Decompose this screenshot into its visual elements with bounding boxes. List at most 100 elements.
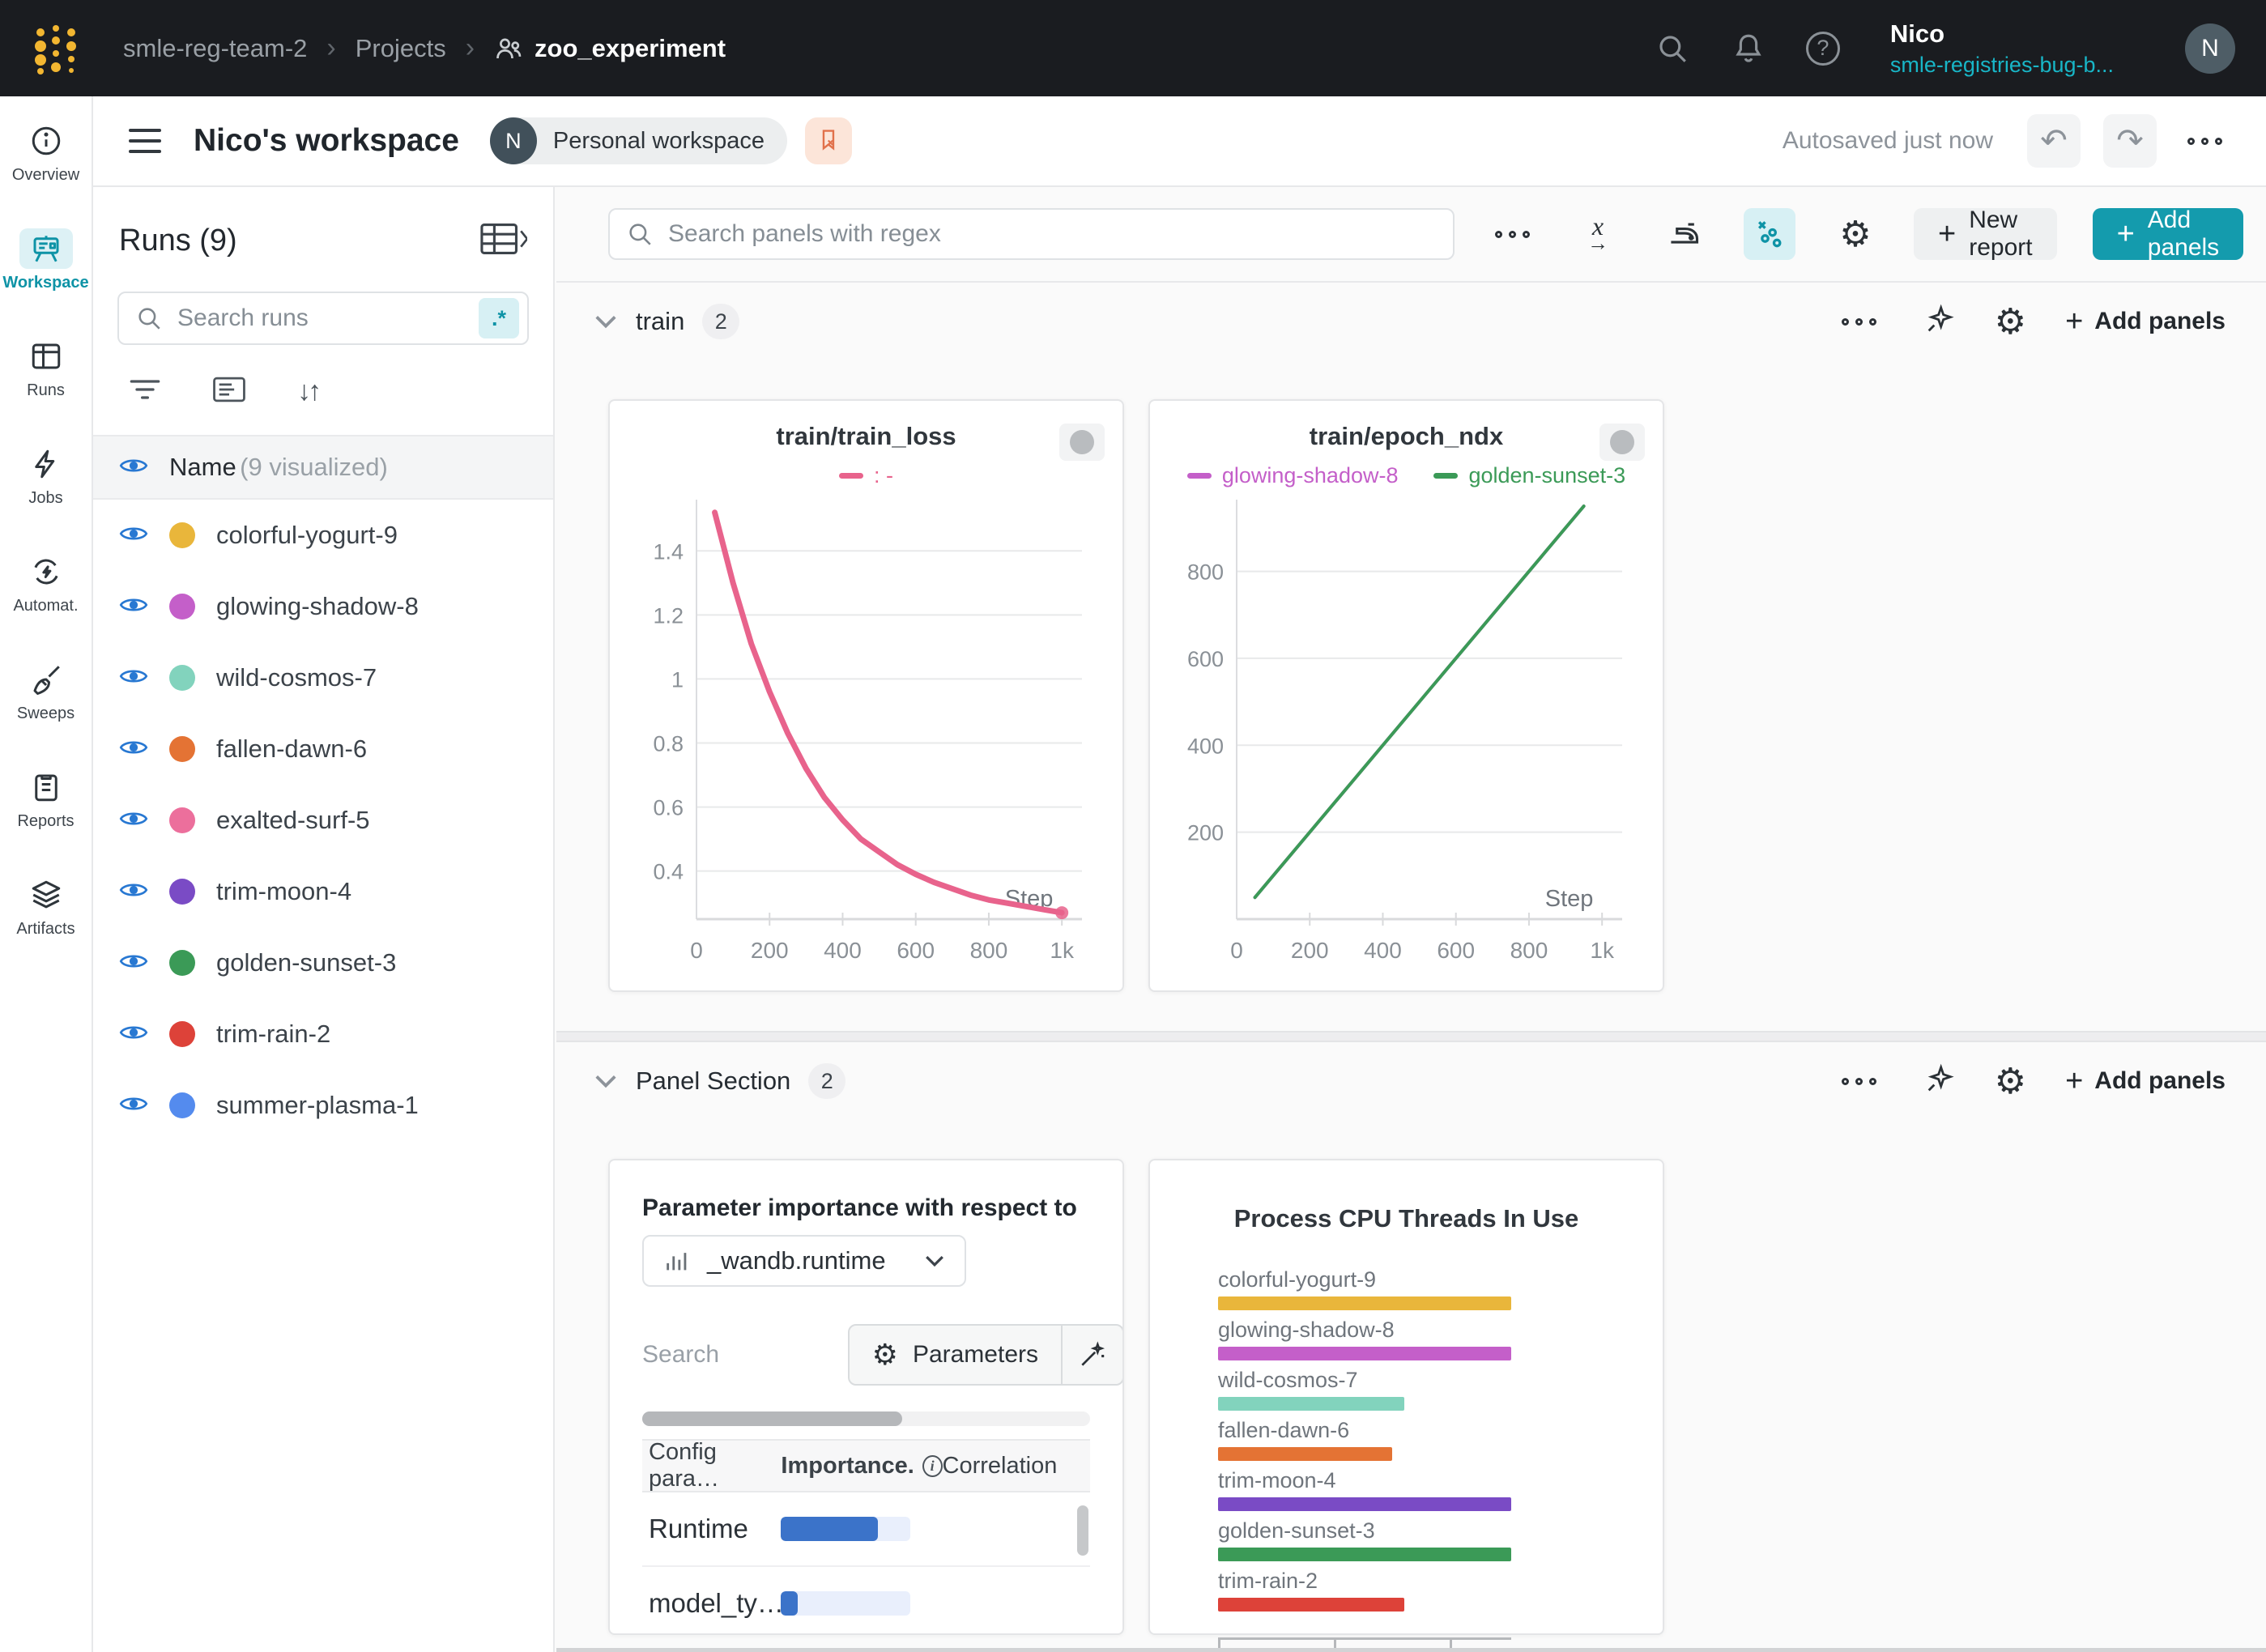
metric-dropdown[interactable]: _wandb.runtime: [642, 1235, 966, 1287]
parameter-search-placeholder[interactable]: Search: [642, 1341, 719, 1369]
hbar-bar[interactable]: [1218, 1397, 1404, 1411]
section-add-panels-button[interactable]: Add panels: [2065, 304, 2226, 339]
run-row[interactable]: colorful-yogurt-9: [93, 500, 553, 571]
sidebar-item-workspace[interactable]: Workspace: [0, 228, 92, 336]
toolbar-overflow-menu-icon[interactable]: [1487, 231, 1538, 238]
breadcrumb-project[interactable]: zoo_experiment: [494, 34, 726, 63]
sidebar-item-jobs[interactable]: Jobs: [0, 444, 92, 551]
workspace-settings-gear-icon[interactable]: [1829, 208, 1881, 260]
filter-icon[interactable]: [129, 376, 161, 407]
visibility-eye-icon[interactable]: [119, 951, 148, 976]
importance-table-row[interactable]: Runtime: [642, 1492, 1090, 1567]
panel-train-loss[interactable]: train/train_loss : - 0.40.60.811.21.4020…: [608, 399, 1124, 992]
run-name[interactable]: fallen-dawn-6: [216, 734, 367, 764]
smoothing-iron-icon[interactable]: [1658, 208, 1710, 260]
run-name[interactable]: glowing-shadow-8: [216, 592, 419, 621]
add-panels-button[interactable]: Add panels: [2093, 208, 2244, 260]
run-name[interactable]: colorful-yogurt-9: [216, 521, 398, 550]
panel-epoch-ndx[interactable]: train/epoch_ndx glowing-shadow-8golden-s…: [1148, 399, 1664, 992]
runs-search-input[interactable]: [176, 304, 466, 333]
wandb-logo-icon[interactable]: [31, 21, 81, 76]
clear-workspace-icon[interactable]: [805, 117, 852, 164]
run-row[interactable]: trim-moon-4: [93, 856, 553, 927]
user-info[interactable]: Nico smle-registries-bug-b...: [1890, 19, 2114, 78]
run-name[interactable]: golden-sunset-3: [216, 948, 396, 977]
panel-parameter-importance[interactable]: Parameter importance with respect to _wa…: [608, 1159, 1124, 1635]
redo-button[interactable]: [2103, 114, 2157, 168]
personal-workspace-badge[interactable]: N Personal workspace: [490, 117, 787, 164]
sort-icon[interactable]: [297, 376, 318, 407]
sidebar-item-overview[interactable]: Overview: [0, 121, 92, 228]
sparkle-icon[interactable]: [1923, 1063, 1956, 1100]
magic-wand-button[interactable]: [1061, 1326, 1122, 1384]
undo-button[interactable]: [2027, 114, 2081, 168]
group-list-icon[interactable]: [213, 376, 245, 407]
breadcrumb-projects[interactable]: Projects: [356, 34, 446, 63]
sparkle-icon[interactable]: [1923, 304, 1956, 340]
section-overflow-menu-icon[interactable]: [1834, 318, 1885, 326]
visibility-eye-icon[interactable]: [119, 879, 148, 905]
run-row[interactable]: summer-plasma-1: [93, 1070, 553, 1141]
section-panel-section-header[interactable]: Panel Section 2 Add panels: [556, 1042, 2266, 1120]
hbar-bar[interactable]: [1218, 1447, 1392, 1461]
run-row[interactable]: glowing-shadow-8: [93, 571, 553, 642]
legend-item[interactable]: : -: [839, 462, 893, 488]
visibility-eye-icon[interactable]: [119, 523, 148, 548]
drag-handle[interactable]: [1599, 424, 1645, 461]
sidebar-item-reports[interactable]: Reports: [0, 767, 92, 875]
hbar-bar[interactable]: [1218, 1548, 1511, 1561]
run-row[interactable]: golden-sunset-3: [93, 927, 553, 998]
horizontal-scrollbar[interactable]: [642, 1411, 1090, 1426]
visibility-eye-icon[interactable]: [119, 1022, 148, 1047]
section-settings-gear-icon[interactable]: [1995, 1061, 2026, 1102]
line-chart-train-loss[interactable]: 0.40.60.811.21.402004006008001kStep: [627, 492, 1106, 976]
sidebar-item-sweeps[interactable]: Sweeps: [0, 659, 92, 767]
breadcrumb-team[interactable]: smle-reg-team-2: [123, 34, 307, 63]
legend-item[interactable]: golden-sunset-3: [1433, 462, 1625, 488]
visibility-eye-icon[interactable]: [119, 1093, 148, 1118]
hbar-bar[interactable]: [1218, 1347, 1511, 1360]
sidebar-item-artifacts[interactable]: Artifacts: [0, 875, 92, 982]
visibility-eye-icon[interactable]: [119, 808, 148, 833]
hbar-bar[interactable]: [1218, 1497, 1511, 1511]
x-axis-settings-icon[interactable]: [1572, 208, 1624, 260]
section-train-header[interactable]: train 2 Add panels: [556, 283, 2266, 360]
importance-table-row[interactable]: model_ty…: [642, 1567, 1090, 1635]
avatar[interactable]: N: [2185, 23, 2235, 74]
sidebar-item-runs[interactable]: Runs: [0, 336, 92, 444]
section-overflow-menu-icon[interactable]: [1834, 1078, 1885, 1085]
run-row[interactable]: fallen-dawn-6: [93, 713, 553, 785]
hbar-bar[interactable]: [1218, 1598, 1404, 1612]
run-row[interactable]: exalted-surf-5: [93, 785, 553, 856]
run-name[interactable]: summer-plasma-1: [216, 1091, 419, 1120]
run-name[interactable]: trim-rain-2: [216, 1020, 330, 1049]
line-chart-epoch-ndx[interactable]: 20040060080002004006008001kStep: [1167, 492, 1646, 976]
section-add-panels-button[interactable]: Add panels: [2065, 1064, 2226, 1099]
toggle-all-eye-icon[interactable]: [119, 455, 148, 480]
hbar-bar[interactable]: [1218, 1296, 1511, 1310]
global-search-icon[interactable]: [1654, 30, 1691, 67]
run-name[interactable]: trim-moon-4: [216, 877, 351, 906]
help-icon[interactable]: [1806, 32, 1840, 66]
workspace-overflow-menu-icon[interactable]: [2179, 138, 2230, 145]
new-report-button[interactable]: New report: [1914, 208, 2057, 260]
vertical-scrollbar[interactable]: [1077, 1505, 1088, 1556]
parameters-button[interactable]: Parameters: [850, 1326, 1061, 1384]
menu-icon[interactable]: [129, 129, 161, 153]
run-name[interactable]: wild-cosmos-7: [216, 663, 377, 692]
visibility-eye-icon[interactable]: [119, 594, 148, 620]
notifications-bell-icon[interactable]: [1730, 30, 1767, 67]
run-row[interactable]: trim-rain-2: [93, 998, 553, 1070]
drag-handle[interactable]: [1059, 424, 1105, 461]
chevron-down-icon[interactable]: [594, 1073, 618, 1089]
user-team-link[interactable]: smle-registries-bug-b...: [1890, 53, 2114, 78]
outlier-sampling-icon[interactable]: [1744, 208, 1795, 260]
regex-toggle-button[interactable]: .*: [479, 298, 519, 338]
run-row[interactable]: wild-cosmos-7: [93, 642, 553, 713]
run-name[interactable]: exalted-surf-5: [216, 806, 370, 835]
sidebar-item-automat[interactable]: Automat.: [0, 551, 92, 659]
panel-cpu-threads[interactable]: Process CPU Threads In Use colorful-yogu…: [1148, 1159, 1664, 1635]
legend-item[interactable]: glowing-shadow-8: [1187, 462, 1399, 488]
section-settings-gear-icon[interactable]: [1995, 301, 2026, 343]
visibility-eye-icon[interactable]: [119, 666, 148, 691]
